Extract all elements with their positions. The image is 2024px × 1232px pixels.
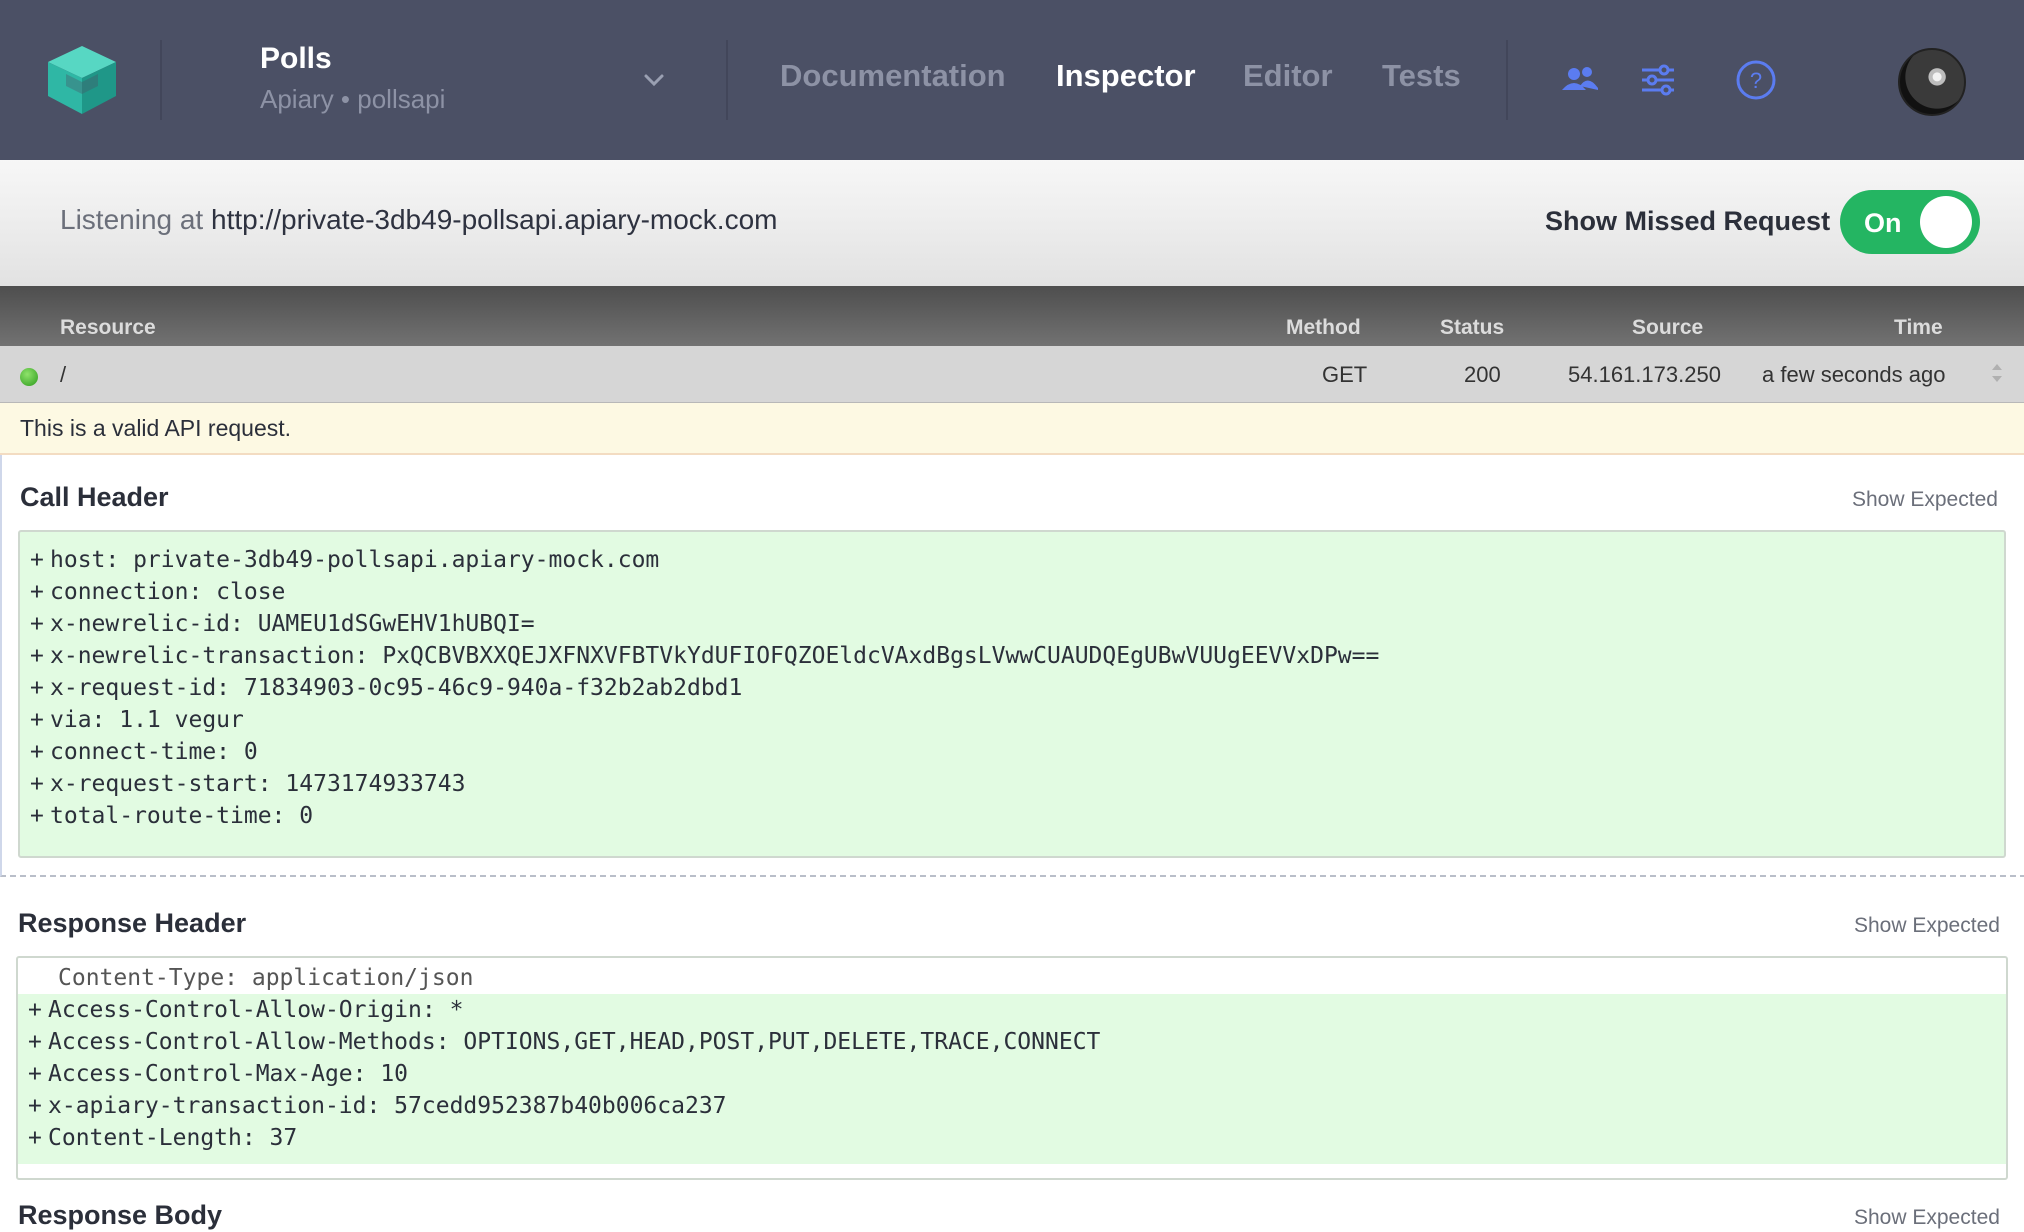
requests-table-header: Resource Method Status Source Time xyxy=(0,286,2024,346)
response-header-show-expected-link[interactable]: Show Expected xyxy=(1854,914,2000,938)
svg-text:?: ? xyxy=(1750,68,1762,93)
response-header-title: Response Header xyxy=(18,908,247,938)
call-header-code: + host: private-3db49-pollsapi.apiary-moc… xyxy=(18,530,2006,858)
call-header-show-expected-link[interactable]: Show Expected xyxy=(1852,488,1998,512)
code-line: + x-newrelic-transaction: PxQCBVBXXQEJXFN… xyxy=(30,643,1380,669)
response-body-title: Response Body xyxy=(18,1200,223,1230)
code-line: + via: 1.1 vegur xyxy=(30,707,244,733)
row-source: 54.161.173.250 xyxy=(1568,362,1721,387)
help-icon[interactable]: ? xyxy=(1734,58,1778,102)
listening-text: Listening at http://private-3db49-pollsa… xyxy=(60,204,777,236)
divider xyxy=(726,40,728,120)
row-time: a few seconds ago xyxy=(1762,362,1946,387)
team-icon[interactable] xyxy=(1558,58,1602,102)
divider xyxy=(160,40,162,120)
sort-arrows-icon[interactable] xyxy=(1990,362,2004,384)
column-source[interactable]: Source xyxy=(1632,316,1703,340)
validation-notice: This is a valid API request. xyxy=(0,403,2024,455)
code-line: + Access-Control-Max-Age: 10 xyxy=(28,1061,409,1087)
status-indicator-icon xyxy=(20,368,38,386)
code-line: + x-request-id: 71834903-0c95-46c9-940a-f… xyxy=(30,675,743,701)
response-body-show-expected-link[interactable]: Show Expected xyxy=(1854,1206,2000,1230)
code-line: Content-Type: application/json xyxy=(18,962,2006,994)
toggle-knob xyxy=(1920,196,1972,248)
call-header-title: Call Header xyxy=(20,482,169,512)
code-line: + x-apiary-transaction-id: 57cedd952387b4… xyxy=(28,1093,727,1119)
code-line: + connection: close xyxy=(30,579,286,605)
nav-inspector[interactable]: Inspector xyxy=(1056,58,1196,94)
column-method[interactable]: Method xyxy=(1286,316,1361,340)
column-status[interactable]: Status xyxy=(1440,316,1504,340)
show-missed-request-toggle[interactable]: On xyxy=(1840,190,1980,254)
code-line: + Content-Length: 37 xyxy=(28,1125,298,1151)
code-line: + x-newrelic-id: UAMEU1dSGwEHV1hUBQI= xyxy=(30,611,535,637)
code-line: + host: private-3db49-pollsapi.apiary-moc… xyxy=(30,547,660,573)
validation-message: This is a valid API request. xyxy=(20,415,292,441)
apiary-logo-icon[interactable] xyxy=(44,42,120,118)
chevron-down-icon[interactable] xyxy=(640,66,668,94)
listening-bar: Listening at http://private-3db49-pollsa… xyxy=(0,160,2024,286)
row-status: 200 xyxy=(1464,362,1501,387)
table-row[interactable]: / GET 200 54.161.173.250 a few seconds a… xyxy=(0,346,2024,403)
code-line: + Access-Control-Allow-Methods: OPTIONS,G… xyxy=(28,1029,1101,1055)
row-method: GET xyxy=(1322,362,1368,387)
listening-prefix: Listening at xyxy=(60,204,211,235)
row-resource: / xyxy=(60,362,67,387)
settings-sliders-icon[interactable] xyxy=(1636,58,1680,102)
nav-tests[interactable]: Tests xyxy=(1382,58,1461,94)
nav-documentation[interactable]: Documentation xyxy=(780,58,1006,94)
project-name[interactable]: Polls xyxy=(260,42,332,76)
nav-editor[interactable]: Editor xyxy=(1243,58,1333,94)
top-bar: Polls Apiary • pollsapi Documentation In… xyxy=(0,0,2024,160)
code-line: + x-request-start: 1473174933743 xyxy=(30,771,466,797)
toggle-state-label: On xyxy=(1864,208,1902,238)
column-time[interactable]: Time xyxy=(1894,316,1943,340)
mock-url[interactable]: http://private-3db49-pollsapi.apiary-moc… xyxy=(211,204,777,235)
user-avatar[interactable] xyxy=(1898,48,1966,116)
divider xyxy=(1506,40,1508,120)
project-subtitle: Apiary • pollsapi xyxy=(260,84,446,114)
response-header-code: Content-Type: application/json + Access-C… xyxy=(16,956,2008,1180)
code-line: + Access-Control-Allow-Origin: * xyxy=(28,997,464,1023)
code-line: + connect-time: 0 xyxy=(30,739,258,765)
show-missed-request-label: Show Missed Request xyxy=(1545,206,1831,236)
column-resource[interactable]: Resource xyxy=(60,316,156,340)
code-line: + total-route-time: 0 xyxy=(30,803,314,829)
